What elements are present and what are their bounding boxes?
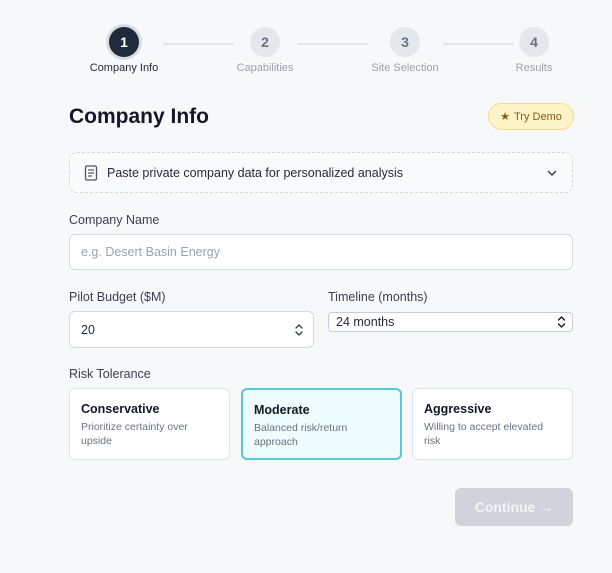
- paste-private-data-toggle[interactable]: Paste private company data for personali…: [69, 152, 573, 193]
- step-results[interactable]: 4 Results: [489, 27, 579, 74]
- risk-tolerance-label: Risk Tolerance: [69, 367, 151, 381]
- pilot-budget-label: Pilot Budget ($M): [69, 290, 166, 304]
- step-number: 1: [109, 27, 139, 57]
- risk-option-conservative[interactable]: Conservative Prioritize certainty over u…: [69, 388, 230, 460]
- number-stepper-icon[interactable]: [294, 322, 304, 338]
- step-label: Capabilities: [236, 62, 294, 74]
- page-title: Company Info: [69, 105, 209, 128]
- star-icon: ★: [500, 111, 510, 123]
- document-icon: [84, 164, 98, 181]
- risk-option-moderate[interactable]: Moderate Balanced risk/return approach: [241, 388, 402, 460]
- try-demo-button[interactable]: ★ Try Demo: [488, 103, 574, 130]
- company-name-label: Company Name: [69, 213, 160, 227]
- try-demo-label: Try Demo: [514, 110, 562, 123]
- step-number: 3: [390, 27, 420, 57]
- risk-option-description: Prioritize certainty over upside: [81, 421, 188, 447]
- risk-option-description: Balanced risk/return approach: [254, 422, 348, 448]
- timeline-selected-value: 24 months: [336, 315, 395, 329]
- timeline-label: Timeline (months): [328, 290, 428, 304]
- risk-option-title: Conservative: [81, 402, 160, 416]
- step-label: Company Info: [89, 62, 159, 74]
- paste-label: Paste private company data for personali…: [107, 165, 403, 180]
- progress-stepper: 1 Company Info 2 Capabilities 3 Site Sel…: [0, 27, 612, 77]
- continue-button[interactable]: Continue →: [455, 488, 573, 526]
- step-label: Site Selection: [371, 62, 439, 74]
- risk-option-title: Aggressive: [424, 402, 492, 416]
- step-number: 2: [250, 27, 280, 57]
- company-name-input[interactable]: [69, 234, 573, 270]
- timeline-select[interactable]: 24 months: [328, 312, 573, 332]
- step-site-selection[interactable]: 3 Site Selection: [360, 27, 450, 74]
- pilot-budget-input[interactable]: [69, 311, 314, 348]
- risk-option-aggressive[interactable]: Aggressive Willing to accept elevated ri…: [412, 388, 573, 460]
- risk-option-description: Willing to accept elevated risk: [424, 421, 544, 447]
- chevron-down-icon: [546, 167, 558, 179]
- pilot-budget-field: [69, 311, 314, 348]
- select-arrows-icon: [557, 315, 566, 329]
- step-label: Results: [515, 62, 553, 74]
- step-number: 4: [519, 27, 549, 57]
- step-company-info[interactable]: 1 Company Info: [79, 27, 169, 74]
- step-capabilities[interactable]: 2 Capabilities: [220, 27, 310, 74]
- risk-option-title: Moderate: [254, 403, 310, 417]
